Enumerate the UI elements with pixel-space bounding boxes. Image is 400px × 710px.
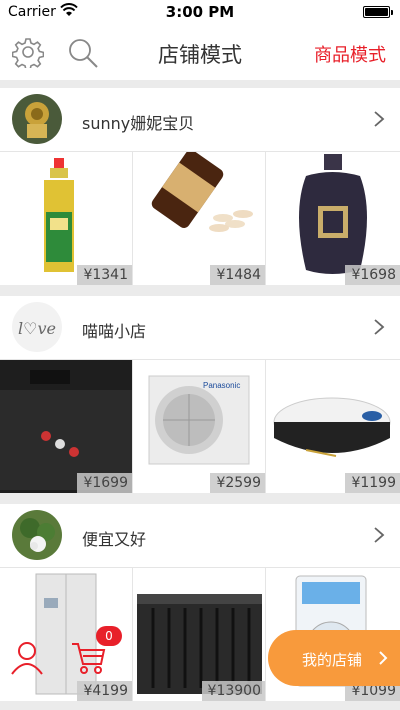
shop-header[interactable]: sunny姗妮宝贝 bbox=[0, 88, 400, 152]
price-tag: ¥4199 bbox=[77, 681, 132, 701]
chevron-right-icon bbox=[374, 111, 385, 127]
bottom-tab-bar: 0 bbox=[0, 626, 134, 684]
price-tag: ¥1698 bbox=[345, 265, 400, 285]
my-shop-label: 我的店铺 bbox=[302, 651, 363, 669]
shop-name: 便宜又好 bbox=[82, 530, 147, 549]
product-row: ¥1699 Panasonic ¥2599 ¥1199 bbox=[0, 360, 400, 493]
chevron-right-icon bbox=[374, 319, 385, 335]
product-tile[interactable]: ¥13900 bbox=[133, 568, 266, 701]
price-tag: ¥1699 bbox=[77, 473, 132, 493]
battery-icon bbox=[363, 6, 393, 18]
nav-bar: 店铺模式 商品模式 bbox=[0, 24, 400, 80]
price-tag: ¥1341 bbox=[77, 265, 132, 285]
product-tile[interactable]: ¥1484 bbox=[133, 152, 266, 285]
product-row: ¥1341 ¥1484 ¥1698 bbox=[0, 152, 400, 285]
clock: 3:00 PM bbox=[165, 3, 235, 21]
cart-count-badge: 0 bbox=[96, 626, 122, 646]
product-tile[interactable]: Panasonic ¥2599 bbox=[133, 360, 266, 493]
price-tag: ¥1199 bbox=[345, 473, 400, 493]
shop-card: sunny姗妮宝贝 ¥1341 ¥1484 ¥1698 bbox=[0, 88, 400, 285]
shop-name: 喵喵小店 bbox=[82, 322, 147, 341]
cart-icon[interactable] bbox=[70, 640, 106, 676]
product-tile[interactable]: ¥1698 bbox=[266, 152, 400, 285]
shop-name: sunny姗妮宝贝 bbox=[82, 114, 195, 133]
my-shop-button[interactable]: 我的店铺 bbox=[268, 630, 400, 686]
price-tag: ¥2599 bbox=[210, 473, 265, 493]
shop-avatar: l♡ve bbox=[12, 302, 62, 352]
shop-header[interactable]: l♡ve 喵喵小店 bbox=[0, 296, 400, 360]
product-tile[interactable]: ¥1699 bbox=[0, 360, 133, 493]
chevron-right-icon bbox=[374, 527, 385, 543]
chevron-right-icon bbox=[379, 651, 388, 665]
user-icon[interactable] bbox=[10, 640, 44, 676]
price-tag: ¥1484 bbox=[210, 265, 265, 285]
product-mode-link[interactable]: 商品模式 bbox=[314, 41, 386, 67]
product-tile[interactable]: ¥1341 bbox=[0, 152, 133, 285]
shop-header[interactable]: 便宜又好 bbox=[0, 504, 400, 568]
price-tag: ¥13900 bbox=[201, 681, 265, 701]
shop-avatar bbox=[12, 94, 62, 144]
svg-text:l♡ve: l♡ve bbox=[18, 319, 56, 338]
product-tile[interactable]: ¥1199 bbox=[266, 360, 400, 493]
shop-card: l♡ve 喵喵小店 ¥1699 Panasonic ¥2599 ¥1199 bbox=[0, 296, 400, 493]
shop-avatar bbox=[12, 510, 62, 560]
svg-text:Panasonic: Panasonic bbox=[203, 381, 240, 390]
status-bar: Carrier 3:00 PM bbox=[0, 0, 400, 24]
